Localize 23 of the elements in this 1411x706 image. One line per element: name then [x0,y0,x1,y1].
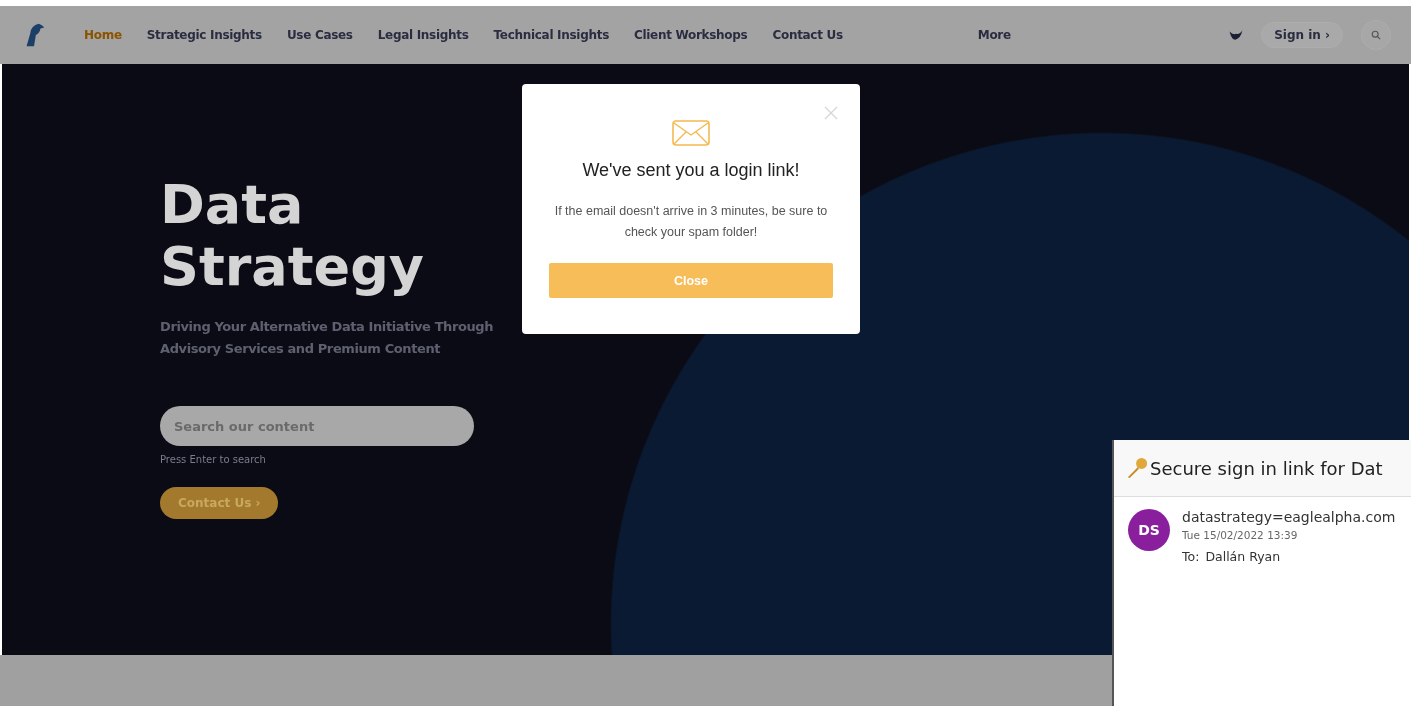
hero-title: Data Strategy [160,174,425,298]
to-label: To: [1182,549,1200,564]
nav-link[interactable]: Strategic Insights [146,28,262,42]
search-field[interactable]: Search our content [160,406,474,446]
dialog-title: We've sent you a login link! [582,160,800,181]
dialog-message: If the email doesn't arrive in 3 minutes, be sure to check your spam folder! [553,203,829,241]
search-hint: Press Enter to search [160,454,266,465]
email-recipient: Dallán Ryan [1205,549,1281,564]
nav-link[interactable]: Client Workshops [634,28,748,42]
nav-link[interactable]: More [977,28,1011,42]
search-button[interactable] [1361,20,1391,50]
nav-link[interactable]: Technical Insights [493,28,609,42]
nav-link[interactable]: Contact Us [772,28,843,42]
avatar: DS [1128,509,1170,551]
email-date: Tue 15/02/2022 13:39 [1182,529,1299,541]
envelope-icon [672,120,710,146]
sign-in-button[interactable]: Sign in › [1261,22,1343,48]
nav-link[interactable]: Legal Insights [377,28,469,42]
email-sender: datastrategy=eaglealpha.com [1182,509,1396,525]
hero-subtitle: Driving Your Alternative Data Initiative Through Advisory Services and Premium Content [160,318,495,358]
search-icon [1371,30,1381,40]
email-subject: Secure sign in link for Dat [1150,457,1383,479]
nav-link[interactable]: Use Cases [286,28,353,42]
